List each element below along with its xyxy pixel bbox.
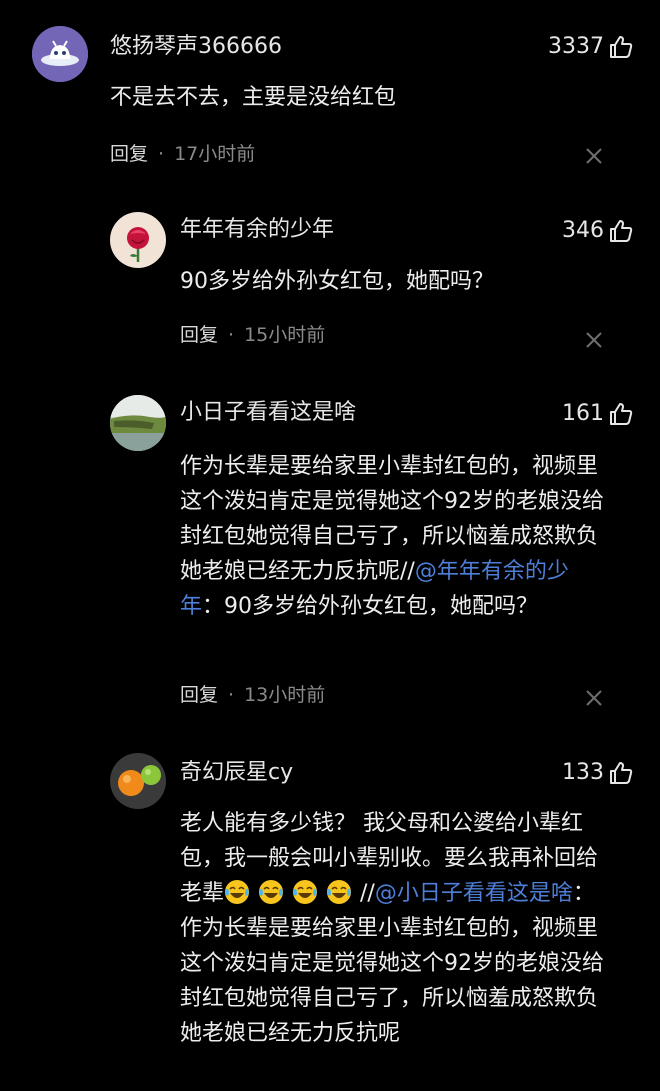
reply-button[interactable]: 回复 (180, 684, 218, 706)
comment-meta: 回复 · 13小时前 (180, 682, 325, 708)
user-avatar[interactable] (110, 395, 166, 451)
username[interactable]: 悠扬琴声366666 (110, 33, 282, 61)
like-count: 3337 (548, 34, 604, 59)
comment-meta: 回复 · 15小时前 (180, 322, 325, 348)
laughing-crying-emoji-icon (327, 880, 352, 904)
reply-button[interactable]: 回复 (110, 143, 148, 165)
user-avatar[interactable] (110, 753, 166, 809)
separator-dot: · (158, 143, 165, 165)
separator-text: // (360, 881, 375, 906)
rose-avatar-icon (110, 212, 166, 268)
thumbs-up-icon[interactable] (608, 218, 634, 244)
timestamp: 15小时前 (244, 324, 326, 346)
like-count: 161 (562, 401, 604, 426)
separator-dot: · (228, 324, 235, 346)
close-icon[interactable] (584, 688, 604, 708)
comment-text: 不是去不去，主要是没给红包 (110, 85, 397, 110)
user-mention-link[interactable]: @小日子看看这是啥 (375, 881, 573, 906)
comment-text: 作为长辈是要给家里小辈封红包的，视频里这个泼妇肯定是觉得她这个92岁的老娘没给封… (180, 449, 610, 624)
username[interactable]: 奇幻辰星cy (180, 759, 293, 787)
thumbs-up-icon[interactable] (608, 760, 634, 786)
quoted-text: ：90多岁给外孙女红包，她配吗？ (202, 594, 539, 619)
laughing-crying-emoji-icon (225, 880, 250, 904)
timestamp: 13小时前 (244, 684, 326, 706)
thumbs-up-icon[interactable] (608, 401, 634, 427)
separator-dot: · (228, 684, 235, 706)
close-icon[interactable] (584, 146, 604, 166)
comment-text: 90多岁给外孙女红包，她配吗？ (180, 269, 494, 294)
user-avatar[interactable] (110, 212, 166, 268)
fruit-avatar-icon (110, 753, 166, 809)
reply-button[interactable]: 回复 (180, 324, 218, 346)
close-icon[interactable] (584, 330, 604, 350)
comment-text: 老人能有多少钱？ 我父母和公婆给小辈红包，我一般会叫小辈别收。要么我再补回给老辈… (180, 806, 610, 1051)
thumbs-up-icon[interactable] (608, 34, 634, 60)
username[interactable]: 年年有余的少年 (180, 216, 334, 244)
timestamp: 17小时前 (174, 143, 256, 165)
username[interactable]: 小日子看看这是啥 (180, 399, 356, 427)
laughing-crying-emoji-icon (259, 880, 284, 904)
ufo-avatar-icon (32, 26, 88, 82)
landscape-avatar-icon (110, 395, 166, 451)
laughing-crying-emoji-icon (293, 880, 318, 904)
user-avatar[interactable] (32, 26, 88, 82)
comment-meta: 回复 · 17小时前 (110, 141, 255, 167)
like-count: 346 (562, 218, 604, 243)
like-count: 133 (562, 760, 604, 785)
